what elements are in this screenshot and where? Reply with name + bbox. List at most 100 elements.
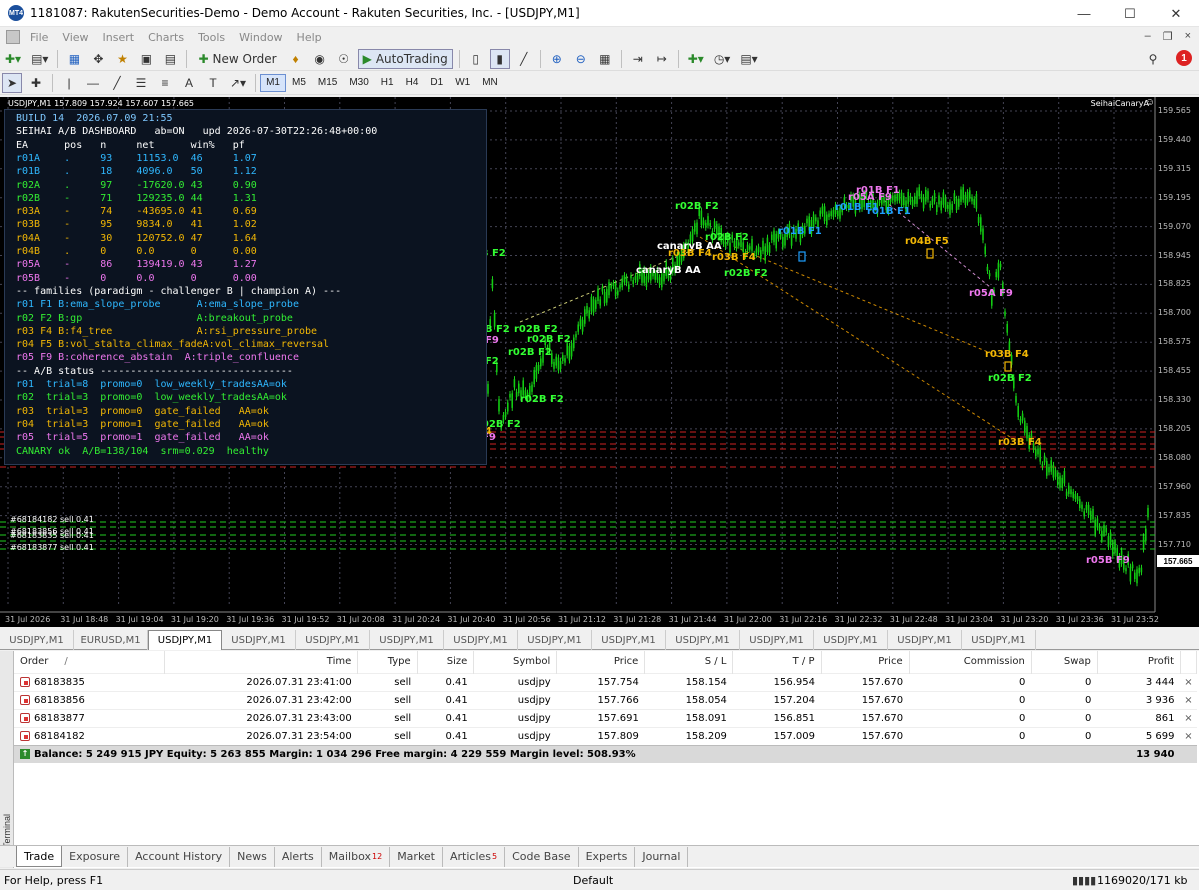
terminal-tab[interactable]: Code Base xyxy=(505,846,579,867)
menu-window[interactable]: Window xyxy=(232,31,289,44)
close-order-icon[interactable]: × xyxy=(1181,673,1197,691)
minimize-icon[interactable]: — xyxy=(1061,0,1107,27)
menu-view[interactable]: View xyxy=(55,31,95,44)
chart-tab[interactable]: EURUSD,M1 xyxy=(74,630,148,650)
chart-tab[interactable]: USDJPY,M1 xyxy=(814,630,888,650)
close-order-icon[interactable]: × xyxy=(1181,691,1197,709)
column-header[interactable]: Time xyxy=(164,651,359,673)
price-chart[interactable]: USDJPY,M1 157.809 157.924 157.607 157.66… xyxy=(0,97,1199,627)
label-icon[interactable]: T xyxy=(203,73,223,93)
trendline-icon[interactable]: ╱ xyxy=(107,73,127,93)
timeframe-h4[interactable]: H4 xyxy=(400,74,425,92)
chart-tab[interactable]: USDJPY,M1 xyxy=(0,630,74,650)
tester-icon[interactable]: ▤ xyxy=(160,49,180,69)
menu-charts[interactable]: Charts xyxy=(141,31,191,44)
column-header[interactable]: Order / xyxy=(14,651,165,673)
new-order-button[interactable]: ✚ New Order xyxy=(193,49,281,69)
chart-tab[interactable]: USDJPY,M1 xyxy=(296,630,370,650)
crosshair-icon[interactable]: ✚ xyxy=(26,73,46,93)
profiles-icon[interactable]: ▤▾ xyxy=(28,49,51,69)
column-header[interactable]: Type xyxy=(357,651,418,673)
close-order-icon[interactable]: × xyxy=(1181,727,1197,745)
market-watch-icon[interactable]: ▦ xyxy=(64,49,84,69)
terminal-icon[interactable]: ▣ xyxy=(136,49,156,69)
maximize-icon[interactable]: ☐ xyxy=(1107,0,1153,27)
terminal-tab[interactable]: News xyxy=(230,846,275,867)
autotrading-button[interactable]: ▶ AutoTrading xyxy=(357,48,453,69)
column-header[interactable]: Price xyxy=(556,651,646,673)
child-minimize-icon[interactable]: – xyxy=(1145,30,1151,43)
channel-icon[interactable]: ☰ xyxy=(131,73,151,93)
new-chart-icon[interactable]: ✚▾ xyxy=(2,49,24,69)
arrows-icon[interactable]: ↗▾ xyxy=(227,73,249,93)
search-icon[interactable]: ⚲ xyxy=(1143,49,1163,69)
column-header[interactable]: Commission xyxy=(909,651,1032,673)
timeframe-w1[interactable]: W1 xyxy=(449,74,476,92)
column-header[interactable]: Size xyxy=(417,651,475,673)
chart-tab[interactable]: USDJPY,M1 xyxy=(740,630,814,650)
text-icon[interactable]: A xyxy=(179,73,199,93)
close-icon[interactable]: ✕ xyxy=(1153,0,1199,27)
templates-icon[interactable]: ▤▾ xyxy=(737,49,760,69)
chart-tab[interactable]: USDJPY,M1 xyxy=(222,630,296,650)
trade-row[interactable]: 68184182 2026.07.31 23:54:00 sell 0.41 usdjp… xyxy=(14,727,1197,745)
trade-row[interactable]: 68183877 2026.07.31 23:43:00 sell 0.41 usdjp… xyxy=(14,709,1197,727)
column-header[interactable]: S / L xyxy=(644,651,734,673)
terminal-tab[interactable]: Trade xyxy=(16,846,63,867)
vertical-line-icon[interactable]: | xyxy=(59,73,79,93)
chart-tab[interactable]: USDJPY,M1 xyxy=(518,630,592,650)
column-header[interactable]: Symbol xyxy=(473,651,558,673)
terminal-tab[interactable]: Articles 5 xyxy=(443,846,506,867)
column-header[interactable]: T / P xyxy=(732,651,822,673)
chart-shift-icon[interactable]: ↦ xyxy=(652,49,672,69)
navigator-icon[interactable]: ★ xyxy=(112,49,132,69)
timeframe-m15[interactable]: M15 xyxy=(312,74,343,92)
chart-tab[interactable]: USDJPY,M1 xyxy=(370,630,444,650)
candlestick-icon[interactable]: ▮ xyxy=(489,48,510,69)
chart-tab[interactable]: USDJPY,M1 xyxy=(666,630,740,650)
timeframe-m5[interactable]: M5 xyxy=(286,74,312,92)
menu-insert[interactable]: Insert xyxy=(96,31,142,44)
terminal-tab[interactable]: Alerts xyxy=(275,846,322,867)
column-header[interactable]: Price xyxy=(821,651,910,673)
zoom-out-icon[interactable]: ⊖ xyxy=(571,49,591,69)
fibonacci-icon[interactable]: ≡ xyxy=(155,73,175,93)
signals-icon[interactable]: ◉ xyxy=(310,49,330,69)
radio-icon[interactable]: ☉ xyxy=(334,49,354,69)
terminal-tab[interactable]: Journal xyxy=(635,846,689,867)
terminal-tab[interactable]: Account History xyxy=(128,846,231,867)
tile-windows-icon[interactable]: ▦ xyxy=(595,49,615,69)
menu-help[interactable]: Help xyxy=(290,31,329,44)
terminal-tab[interactable]: Experts xyxy=(579,846,636,867)
terminal-tab[interactable]: Market xyxy=(390,846,443,867)
chart-tab[interactable]: USDJPY,M1 xyxy=(148,630,222,650)
zoom-in-icon[interactable]: ⊕ xyxy=(547,49,567,69)
bar-chart-icon[interactable]: ▯ xyxy=(466,49,486,69)
periods-icon[interactable]: ◷▾ xyxy=(711,49,734,69)
chart-tab[interactable]: USDJPY,M1 xyxy=(962,630,1036,650)
timeframe-m30[interactable]: M30 xyxy=(343,74,374,92)
chart-tab[interactable]: USDJPY,M1 xyxy=(888,630,962,650)
timeframe-mn[interactable]: MN xyxy=(476,74,504,92)
menu-tools[interactable]: Tools xyxy=(191,31,232,44)
terminal-tab[interactable]: Exposure xyxy=(62,846,129,867)
child-restore-icon[interactable]: ❐ xyxy=(1163,30,1173,43)
timeframe-d1[interactable]: D1 xyxy=(424,74,449,92)
timeframe-h1[interactable]: H1 xyxy=(375,74,400,92)
horizontal-line-icon[interactable]: — xyxy=(83,73,103,93)
column-header[interactable]: Swap xyxy=(1031,651,1098,673)
autoscroll-icon[interactable]: ⇥ xyxy=(628,49,648,69)
metaeditor-icon[interactable]: ♦ xyxy=(286,49,306,69)
timeframe-m1[interactable]: M1 xyxy=(260,73,286,92)
trade-row[interactable]: 68183856 2026.07.31 23:42:00 sell 0.41 usdjp… xyxy=(14,691,1197,709)
trade-row[interactable]: 68183835 2026.07.31 23:41:00 sell 0.41 usdjp… xyxy=(14,673,1197,691)
menu-file[interactable]: File xyxy=(23,31,55,44)
indicators-icon[interactable]: ✚▾ xyxy=(685,49,707,69)
data-window-icon[interactable]: ✥ xyxy=(88,49,108,69)
line-chart-icon[interactable]: ╱ xyxy=(514,49,534,69)
terminal-tab[interactable]: Mailbox 12 xyxy=(322,846,391,867)
chart-tab[interactable]: USDJPY,M1 xyxy=(444,630,518,650)
chart-tab[interactable]: USDJPY,M1 xyxy=(592,630,666,650)
column-header[interactable]: Profit xyxy=(1097,651,1182,673)
child-close-icon[interactable]: × xyxy=(1185,30,1191,43)
